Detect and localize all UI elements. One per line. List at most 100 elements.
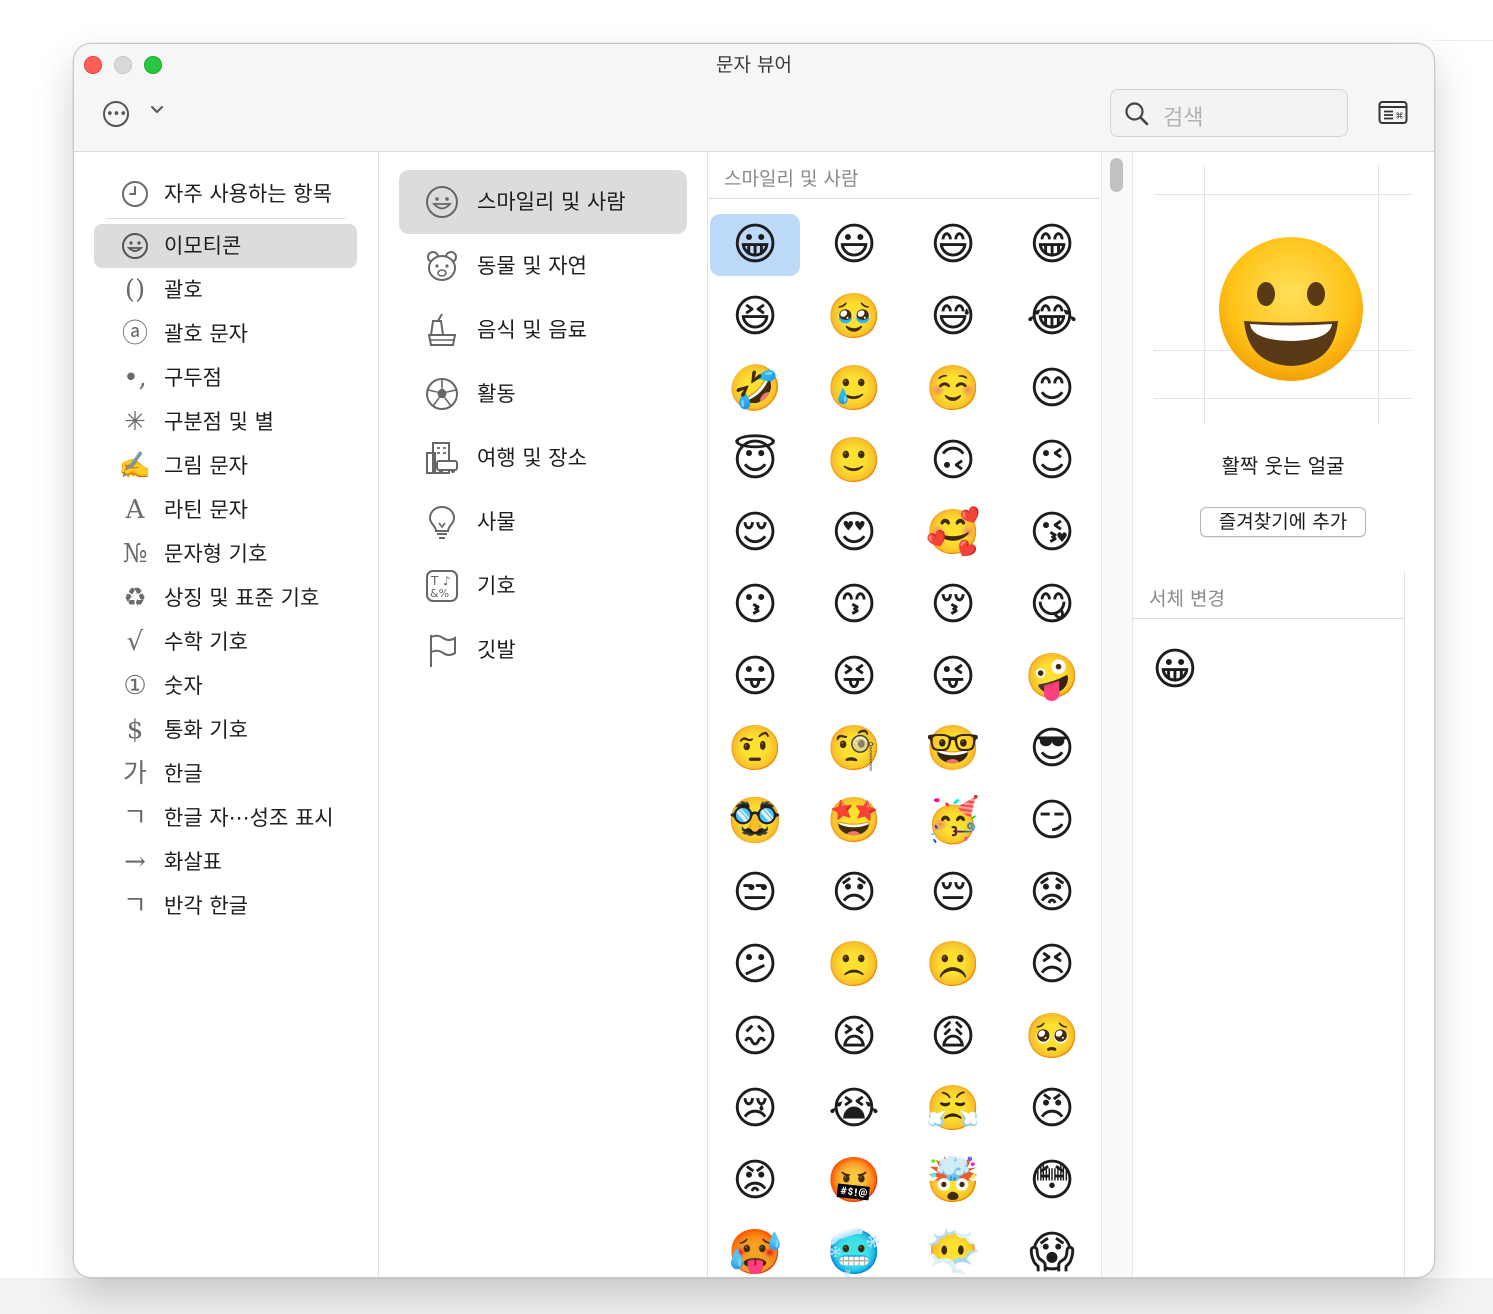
emoji-cell[interactable]: 🙁 [809,934,899,996]
sidebar-item[interactable]: 가 한글 [94,752,357,796]
emoji-cell[interactable]: 🥶 [809,1222,899,1277]
category-item[interactable]: 동물 및 자연 [399,234,687,298]
sidebar-item[interactable]: ㄱ 한글 자⋯성조 표시 [94,796,357,840]
emoji-cell[interactable]: 🧐 [809,718,899,780]
emoji-cell[interactable]: 😤 [908,1078,998,1140]
emoji-cell[interactable]: 😗 [710,574,800,636]
sidebar-item[interactable]: ✍ 그림 문자 [94,444,357,488]
emoji-cell[interactable]: 😡 [710,1150,800,1212]
sidebar-item[interactable]: 이모티콘 [94,224,357,268]
emoji-cell[interactable]: 🥹 [809,286,899,348]
category-item[interactable]: 사물 [399,490,687,554]
category-item[interactable]: 활동 [399,362,687,426]
add-to-favorites-button[interactable]: 즐겨찾기에 추가 [1200,507,1366,537]
category-item[interactable]: 여행 및 장소 [399,426,687,490]
emoji-cell[interactable]: 😘 [1007,502,1097,564]
emoji-glyph: 😡 [732,1155,778,1206]
emoji-cell[interactable]: 🤪 [1007,646,1097,708]
emoji-cell[interactable]: 😉 [1007,430,1097,492]
large-emoji-preview [1219,237,1363,381]
scrollbar[interactable] [1101,152,1133,1277]
emoji-cell[interactable]: 🥰 [908,502,998,564]
emoji-cell[interactable]: 🤓 [908,718,998,780]
emoji-cell[interactable]: 🥲 [809,358,899,420]
keyboard-viewer-icon[interactable]: ⌘ [1378,99,1408,127]
emoji-cell[interactable]: 😏 [1007,790,1097,852]
clock-icon [114,172,156,216]
category-item[interactable]: 음식 및 음료 [399,298,687,362]
emoji-cell[interactable]: 🤩 [809,790,899,852]
search-input[interactable]: 검색 [1163,100,1203,132]
emoji-cell[interactable]: 😕 [710,934,800,996]
sidebar-item[interactable]: ⓐ 괄호 문자 [94,312,357,356]
emoji-cell[interactable]: 🙃 [908,430,998,492]
emoji-cell[interactable]: 😀 [710,214,800,276]
emoji-cell[interactable]: 😖 [710,1006,800,1068]
emoji-cell[interactable]: 😢 [710,1078,800,1140]
emoji-cell[interactable]: 😇 [710,430,800,492]
emoji-cell[interactable]: 😝 [809,646,899,708]
emoji-glyph: 😉 [1029,435,1075,486]
emoji-cell[interactable]: 😭 [809,1078,899,1140]
emoji-cell[interactable]: 😂 [1007,286,1097,348]
sidebar-item[interactable]: ㄱ 반각 한글 [94,884,357,928]
emoji-cell[interactable]: 😟 [1007,862,1097,924]
emoji-cell[interactable]: 🥳 [908,790,998,852]
emoji-cell[interactable]: 🤣 [710,358,800,420]
emoji-cell[interactable]: 😠 [1007,1078,1097,1140]
sidebar-item[interactable]: ✳ 구분점 및 별 [94,400,357,444]
emoji-cell[interactable]: 😆 [710,286,800,348]
emoji-cell[interactable]: 😞 [809,862,899,924]
emoji-cell[interactable]: 😁 [1007,214,1097,276]
emoji-cell[interactable]: 🤬 [809,1150,899,1212]
emoji-cell[interactable]: 😊 [1007,358,1097,420]
emoji-cell[interactable]: 😳 [1007,1150,1097,1212]
emoji-cell[interactable]: ☺️ [908,358,998,420]
search-field[interactable]: 검색 [1110,89,1348,137]
emoji-cell[interactable]: 😶‍🌫️ [908,1222,998,1277]
emoji-cell[interactable]: 🤨 [710,718,800,780]
emoji-glyph: 😇 [732,435,778,486]
emoji-cell[interactable]: 🥸 [710,790,800,852]
emoji-cell[interactable]: 😄 [908,214,998,276]
category-item[interactable]: 스마일리 및 사람 [399,170,687,234]
emoji-cell[interactable]: 🙂 [809,430,899,492]
sidebar-item[interactable]: $ 통화 기호 [94,708,357,752]
emoji-cell[interactable]: 😃 [809,214,899,276]
emoji-cell[interactable]: 😫 [809,1006,899,1068]
emoji-cell[interactable]: 😚 [908,574,998,636]
emoji-cell[interactable]: 😙 [809,574,899,636]
emoji-cell[interactable]: 😅 [908,286,998,348]
emoji-cell[interactable]: 🤯 [908,1150,998,1212]
category-item[interactable]: T ♪ &% 기호 [399,554,687,618]
emoji-cell[interactable]: 😣 [1007,934,1097,996]
emoji-cell[interactable]: 😋 [1007,574,1097,636]
emoji-cell[interactable]: 🥵 [710,1222,800,1277]
sidebar-item[interactable]: √ 수학 기호 [94,620,357,664]
emoji-cell[interactable]: 😜 [908,646,998,708]
sidebar-item[interactable]: •, 구두점 [94,356,357,400]
emoji-cell[interactable]: 🥺 [1007,1006,1097,1068]
emoji-cell[interactable]: 😩 [908,1006,998,1068]
sidebar-item[interactable]: 자주 사용하는 항목 [94,172,357,216]
emoji-cell[interactable]: 😛 [710,646,800,708]
sidebar-item[interactable]: № 문자형 기호 [94,532,357,576]
emoji-cell[interactable]: 😌 [710,502,800,564]
sidebar-item[interactable]: ① 숫자 [94,664,357,708]
emoji-cell[interactable]: 😒 [710,862,800,924]
emoji-cell[interactable]: 😍 [809,502,899,564]
font-variation-emoji[interactable]: 😀 [1152,644,1198,695]
emoji-cell[interactable]: ☹️ [908,934,998,996]
emoji-cell[interactable]: 😱 [1007,1222,1097,1277]
sidebar-item[interactable]: A 라틴 문자 [94,488,357,532]
scrollbar-thumb[interactable] [1110,158,1123,192]
more-options-icon[interactable]: ••• [103,101,129,127]
sidebar-item[interactable]: () 괄호 [94,268,357,312]
emoji-glyph: 🥰 [925,507,981,558]
chevron-down-icon[interactable] [149,102,165,122]
category-item[interactable]: 깃발 [399,618,687,682]
emoji-cell[interactable]: 😔 [908,862,998,924]
sidebar-item[interactable]: ♻ 상징 및 표준 기호 [94,576,357,620]
sidebar-item[interactable]: → 화살표 [94,840,357,884]
emoji-cell[interactable]: 😎 [1007,718,1097,780]
